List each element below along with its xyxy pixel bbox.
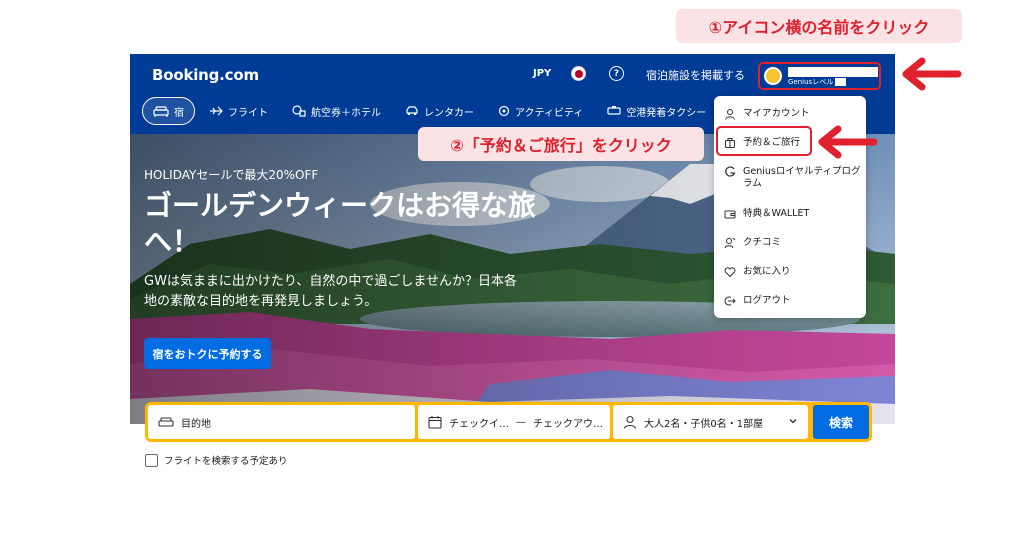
account-name-redacted [788, 67, 878, 77]
date-range-field[interactable]: チェックイ… — チェックアウ… [418, 405, 610, 439]
question-icon[interactable]: ? [609, 66, 624, 81]
tab-stays-label: 宿 [174, 107, 184, 119]
menu-item-label: Geniusロイヤルティプログラム [743, 166, 861, 189]
currency-selector[interactable]: JPY [533, 68, 551, 79]
annotation-step1: ①アイコン横の名前をクリック [676, 9, 962, 43]
genius-icon [724, 166, 736, 178]
menu-item-label: マイアカウント [743, 108, 810, 119]
flight-checkbox[interactable] [145, 453, 158, 467]
tab-flights[interactable]: フライト [199, 97, 278, 125]
menu-item-label: クチコミ [743, 237, 782, 248]
plane-hotel-icon [292, 105, 306, 117]
date-separator: — [516, 416, 526, 428]
attraction-icon [498, 105, 510, 117]
hero-title: ゴールデンウィークはお得な旅へ！ [144, 189, 537, 258]
hero-sale-text: HOLIDAYセールで最大20%OFF [144, 168, 319, 182]
tab-flight-hotel[interactable]: 航空券＋ホテル [282, 97, 391, 125]
tab-airport-taxi-label: 空港発着タクシー [626, 107, 707, 119]
avatar[interactable] [764, 67, 782, 85]
destination-placeholder: 目的地 [181, 418, 211, 430]
logout-icon [724, 295, 736, 307]
genius-level-text: Geniusレベル [788, 77, 847, 87]
menu-item-label: 特典＆WALLET [743, 208, 810, 219]
tab-attractions-label: アクティビティ [515, 107, 584, 119]
tab-attractions[interactable]: アクティビティ [488, 97, 593, 125]
guests-text: 大人2名・子供0名・1部屋 [644, 418, 764, 430]
genius-level-label: Geniusレベル [788, 78, 834, 86]
booking-logo[interactable]: Booking.com [152, 66, 259, 84]
checkin-text: チェックイ… [449, 418, 509, 430]
menu-item-my-account[interactable]: マイアカウント [714, 108, 866, 120]
heart-icon [724, 266, 736, 278]
arrow-to-trips-icon [818, 125, 878, 159]
person-icon [623, 415, 637, 429]
destination-field[interactable]: 目的地 [148, 405, 415, 439]
checkout-text: チェックアウ… [533, 418, 603, 430]
japan-flag-icon[interactable] [571, 66, 586, 81]
tab-flight-hotel-label: 航空券＋ホテル [311, 107, 381, 119]
person-icon [724, 108, 736, 120]
search-bar: 目的地 チェックイ… — チェックアウ… 大人2名・子供0名・1部屋 検索 [145, 402, 872, 442]
account-button[interactable]: Geniusレベル [758, 62, 881, 90]
tab-flights-label: フライト [228, 107, 268, 119]
genius-level-redacted [835, 78, 847, 86]
product-nav: 宿 フライト 航空券＋ホテル レンタカー アクティビティ 空港発着タクシー [142, 97, 720, 125]
flight-checkbox-label: フライトを検索する予定あり [164, 456, 288, 467]
menu-item-label: お気に入り [743, 266, 791, 277]
search-button[interactable]: 検索 [813, 405, 869, 439]
review-icon [724, 237, 736, 249]
wallet-icon [724, 208, 736, 220]
menu-item-saved[interactable]: お気に入り [714, 266, 866, 278]
menu-item-sign-out[interactable]: ログアウト [714, 295, 866, 307]
menu-item-genius[interactable]: Geniusロイヤルティプログラム [714, 166, 866, 190]
taxi-icon [607, 105, 621, 117]
book-deals-button[interactable]: 宿をおトクに予約する [144, 338, 271, 369]
bed-icon [153, 105, 169, 117]
hero-subtitle: GWは気ままに出かけたり、自然の中で過ごしませんか？日本各地の素敵な目的地を再発… [144, 274, 518, 309]
menu-item-reviews[interactable]: クチコミ [714, 237, 866, 249]
annotation-step2: ②「予約＆ご旅行」をクリック [418, 127, 704, 161]
menu-item-rewards-wallet[interactable]: 特典＆WALLET [714, 208, 866, 220]
tab-stays[interactable]: 宿 [142, 97, 195, 125]
arrow-to-account-icon [902, 57, 962, 91]
tab-car-rental-label: レンタカー [424, 107, 474, 119]
tab-car-rental[interactable]: レンタカー [395, 97, 484, 125]
plane-icon [209, 105, 223, 117]
tab-airport-taxi[interactable]: 空港発着タクシー [597, 97, 716, 125]
flag-red-dot [574, 69, 583, 78]
calendar-icon [428, 415, 442, 429]
list-property-link[interactable]: 宿泊施設を掲載する [646, 67, 745, 83]
bookings-trips-highlight [716, 126, 812, 156]
car-icon [405, 105, 419, 117]
flight-checkbox-row[interactable]: フライトを検索する予定あり [145, 453, 288, 467]
guests-field[interactable]: 大人2名・子供0名・1部屋 [613, 405, 808, 439]
chevron-down-icon [788, 416, 798, 429]
menu-item-label: ログアウト [743, 295, 791, 306]
bed-icon [158, 416, 174, 428]
